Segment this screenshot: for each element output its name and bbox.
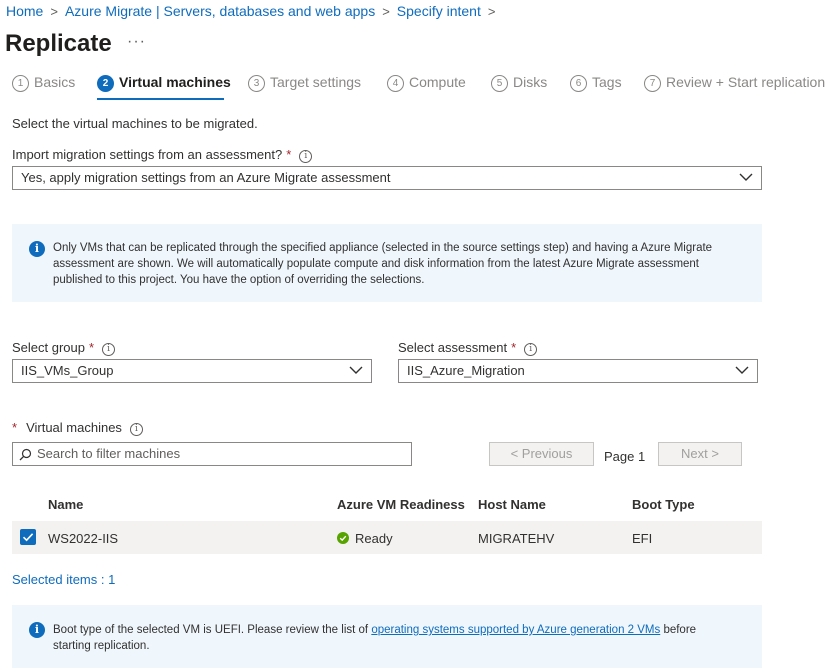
checkmark-icon <box>22 533 34 542</box>
step-target-settings[interactable]: 3 Target settings <box>248 74 361 92</box>
info-icon[interactable]: i <box>102 343 116 356</box>
step-number: 7 <box>644 75 661 92</box>
info-banner-boot-type: i Boot type of the selected VM is UEFI. … <box>12 605 762 668</box>
breadcrumb: Home > Azure Migrate | Servers, databases … <box>6 3 502 19</box>
info-icon: i <box>29 241 45 257</box>
active-step-indicator <box>97 98 224 100</box>
required-marker: * <box>12 420 18 435</box>
supported-os-link[interactable]: operating systems supported by Azure gen… <box>371 624 660 636</box>
info-icon: i <box>29 622 45 638</box>
step-label: Target settings <box>270 74 362 90</box>
ready-check-icon <box>337 532 349 544</box>
more-options-icon[interactable]: ··· <box>127 33 146 51</box>
required-marker: * <box>286 147 292 162</box>
page-indicator: Page 1 <box>604 449 646 464</box>
chevron-down-icon <box>739 173 753 181</box>
step-number: 2 <box>97 75 114 92</box>
select-group-label: Select group * i <box>12 340 116 356</box>
step-compute[interactable]: 4 Compute <box>387 74 466 92</box>
column-header-name[interactable]: Name <box>48 497 83 512</box>
select-group-dropdown[interactable]: IIS_VMs_Group <box>12 359 372 383</box>
chevron-down-icon <box>735 366 749 374</box>
previous-button[interactable]: < Previous <box>489 442 594 466</box>
vm-boot-type: EFI <box>632 531 653 546</box>
step-label: Tags <box>592 74 622 90</box>
step-disks[interactable]: 5 Disks <box>491 74 547 92</box>
import-label-text: Import migration settings from an assess… <box>12 147 283 162</box>
step-label: Virtual machines <box>119 74 231 90</box>
chevron-right-icon: > <box>487 4 496 19</box>
virtual-machines-label: * Virtual machines i <box>12 420 143 436</box>
vm-name: WS2022-IIS <box>48 531 119 546</box>
step-label: Basics <box>34 74 76 90</box>
step-number: 5 <box>491 75 508 92</box>
search-icon <box>19 448 32 461</box>
info-text: before <box>660 624 697 636</box>
table-row[interactable]: WS2022-IIS Ready MIGRATEHV EFI <box>12 521 762 554</box>
info-icon[interactable]: i <box>129 423 143 436</box>
step-label: Review + Start replication <box>666 74 826 90</box>
chevron-right-icon: > <box>382 4 390 19</box>
info-text: Boot type of the selected VM is UEFI. Pl… <box>53 624 372 636</box>
chevron-right-icon: > <box>50 4 58 19</box>
info-banner-message: Only VMs that can be replicated through … <box>53 240 758 288</box>
select-assessment-value: IIS_Azure_Migration <box>407 363 525 378</box>
info-icon[interactable]: i <box>299 150 313 163</box>
readiness-text: Ready <box>355 531 393 546</box>
page-title: Replicate <box>5 30 112 57</box>
select-assessment-label: Select assessment * i <box>398 340 538 356</box>
search-placeholder: Search to filter machines <box>37 446 181 461</box>
row-checkbox[interactable] <box>20 529 36 545</box>
breadcrumb-specify-intent[interactable]: Specify intent <box>397 3 481 19</box>
step-number: 3 <box>248 75 265 92</box>
select-assessment-dropdown[interactable]: IIS_Azure_Migration <box>398 359 758 383</box>
search-input[interactable]: Search to filter machines <box>12 442 412 466</box>
virtual-machines-label-text: Virtual machines <box>26 420 122 435</box>
info-line: assessment are shown. We will automatica… <box>53 258 700 270</box>
info-line: Only VMs that can be replicated through … <box>53 242 713 254</box>
import-settings-value: Yes, apply migration settings from an Az… <box>21 170 391 185</box>
info-icon[interactable]: i <box>524 343 538 356</box>
breadcrumb-home[interactable]: Home <box>6 3 43 19</box>
info-banner-assessment: i Only VMs that can be replicated throug… <box>12 224 762 302</box>
vm-host-name: MIGRATEHV <box>478 531 555 546</box>
step-number: 4 <box>387 75 404 92</box>
vm-readiness: Ready <box>337 531 393 546</box>
step-tags[interactable]: 6 Tags <box>570 74 622 92</box>
info-banner-message: Boot type of the selected VM is UEFI. Pl… <box>53 622 758 654</box>
import-label: Import migration settings from an assess… <box>12 147 313 163</box>
step-review[interactable]: 7 Review + Start replication <box>644 74 825 92</box>
required-marker: * <box>511 340 517 355</box>
select-group-value: IIS_VMs_Group <box>21 363 114 378</box>
step-label: Disks <box>513 74 548 90</box>
info-line: starting replication. <box>53 640 150 652</box>
column-header-host-name[interactable]: Host Name <box>478 497 546 512</box>
column-header-readiness[interactable]: Azure VM Readiness <box>337 497 465 512</box>
select-group-label-text: Select group <box>12 340 85 355</box>
import-settings-dropdown[interactable]: Yes, apply migration settings from an Az… <box>12 166 762 190</box>
select-assessment-label-text: Select assessment <box>398 340 508 355</box>
step-number: 6 <box>570 75 587 92</box>
selected-items-link[interactable]: Selected items : 1 <box>12 572 115 587</box>
next-button[interactable]: Next > <box>658 442 742 466</box>
step-label: Compute <box>409 74 466 90</box>
step-number: 1 <box>12 75 29 92</box>
required-marker: * <box>89 340 95 355</box>
intro-text: Select the virtual machines to be migrat… <box>12 116 258 131</box>
column-header-boot-type[interactable]: Boot Type <box>632 497 695 512</box>
chevron-down-icon <box>349 366 363 374</box>
step-virtual-machines[interactable]: 2 Virtual machines <box>97 74 231 92</box>
info-line: Boot type of the selected VM is UEFI. Pl… <box>53 622 758 638</box>
breadcrumb-azure-migrate[interactable]: Azure Migrate | Servers, databases and w… <box>65 3 375 19</box>
info-line: published to this project. You have the … <box>53 274 425 286</box>
step-basics[interactable]: 1 Basics <box>12 74 75 92</box>
